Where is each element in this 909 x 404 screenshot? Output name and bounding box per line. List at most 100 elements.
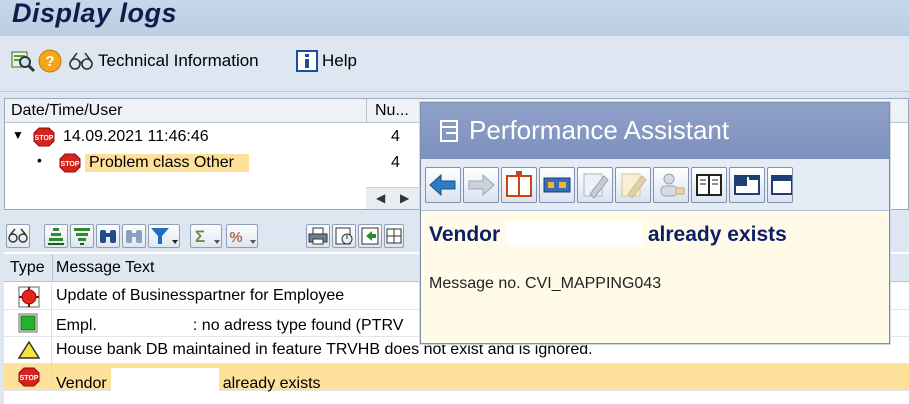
- glossary-button[interactable]: [691, 167, 727, 203]
- book-icon: [506, 171, 532, 197]
- horizontal-scrollbar[interactable]: ◀ ▶: [366, 187, 426, 209]
- arrow-left-icon: [429, 173, 456, 197]
- message-type-cell: STOP: [4, 364, 52, 390]
- window-icon: [771, 175, 793, 195]
- popup-title-bar[interactable]: Performance Assistant: [421, 103, 889, 159]
- help-question-button[interactable]: ?: [38, 48, 62, 74]
- help-label: Help: [322, 51, 357, 70]
- user-icon: [660, 173, 685, 197]
- message-text: Update of Businesspartner for Employee: [56, 287, 345, 304]
- tree-node-count: 4: [391, 128, 400, 145]
- application-help-button[interactable]: [501, 167, 537, 203]
- redacted-value: [110, 368, 219, 392]
- title-bar: Display logs: [0, 0, 909, 36]
- subtotal-icon: %: [229, 229, 256, 246]
- svg-text:?: ?: [45, 53, 54, 70]
- filter-icon: [151, 228, 178, 244]
- pencil-disabled-icon: [621, 173, 647, 199]
- scroll-left-icon[interactable]: ◀: [376, 191, 385, 205]
- find-button[interactable]: [96, 224, 120, 248]
- popup-heading-before: Vendor: [429, 223, 501, 246]
- back-button[interactable]: [425, 167, 461, 203]
- sort-descending-button[interactable]: [70, 224, 94, 248]
- column-header-date-time-user[interactable]: Date/Time/User: [11, 102, 122, 120]
- subtotal-button[interactable]: %: [226, 224, 258, 248]
- help-button[interactable]: Help: [296, 48, 357, 74]
- more-button[interactable]: [767, 167, 793, 203]
- popup-toolbar: [421, 159, 889, 211]
- stop-icon: STOP: [59, 153, 81, 173]
- glasses-icon: [8, 228, 28, 243]
- svg-text:STOP: STOP: [61, 161, 80, 168]
- svg-text:STOP: STOP: [35, 135, 54, 142]
- technical-information-button[interactable]: Technical Information: [68, 48, 259, 74]
- layout-button[interactable]: [384, 224, 404, 248]
- user-settings-button[interactable]: [653, 167, 689, 203]
- redacted-value: [100, 314, 189, 334]
- red-light-icon: [18, 286, 40, 308]
- popup-title: Performance Assistant: [469, 115, 730, 145]
- message-text-after: : no adress type found (PTRV: [192, 317, 404, 334]
- magnifier-icon: [11, 51, 36, 73]
- edit-button[interactable]: [577, 167, 613, 203]
- page-title: Display logs: [12, 0, 178, 28]
- arrow-right-icon: [468, 173, 495, 197]
- technical-info-small-button[interactable]: [6, 224, 30, 248]
- print-button[interactable]: [306, 224, 330, 248]
- svg-text:%: %: [229, 229, 242, 246]
- sum-icon: Σ: [195, 227, 220, 246]
- stop-icon: STOP: [18, 367, 40, 387]
- column-header-message-text[interactable]: Message Text: [56, 259, 154, 277]
- message-text-before: Empl.: [56, 317, 97, 334]
- message-row-selected[interactable]: STOP Vendor already exists: [4, 364, 909, 393]
- binoculars-next-icon: [126, 230, 142, 243]
- filter-button[interactable]: [148, 224, 180, 248]
- glasses-icon: [69, 52, 93, 70]
- window-split-icon: [734, 175, 760, 195]
- view-button[interactable]: [332, 224, 356, 248]
- tree-node-label: Problem class Other: [85, 154, 249, 172]
- column-header-type[interactable]: Type: [10, 259, 45, 277]
- message-text: Empl. : no adress type found (PTRV: [56, 314, 403, 335]
- export-icon: [361, 227, 379, 245]
- grid-icon: [386, 228, 402, 244]
- expand-arrow-icon[interactable]: ▼: [12, 128, 24, 142]
- binoculars-icon: [100, 230, 116, 243]
- technical-info-popup-button[interactable]: [539, 167, 575, 203]
- export-button[interactable]: [358, 224, 382, 248]
- detail-button[interactable]: [10, 48, 36, 74]
- open-book-icon: [696, 174, 722, 196]
- find-next-button[interactable]: [122, 224, 146, 248]
- svg-text:STOP: STOP: [20, 375, 39, 382]
- message-type-cell: [4, 283, 52, 309]
- message-text-before: Vendor: [56, 375, 107, 392]
- redacted-value: [506, 221, 643, 245]
- tree-node-label: 14.09.2021 11:46:46: [57, 128, 301, 146]
- split-view-button[interactable]: [729, 167, 765, 203]
- pencil-icon: [583, 173, 609, 199]
- popup-heading-after: already exists: [647, 223, 787, 246]
- column-separator: [52, 254, 53, 282]
- stop-icon: STOP: [33, 127, 55, 147]
- edit-object-button[interactable]: [615, 167, 651, 203]
- column-separator: [366, 99, 367, 123]
- performance-assistant-popup: Performance Assistant Vendor already exi…: [420, 102, 890, 344]
- view-icon: [335, 227, 353, 245]
- tools-icon: [543, 177, 571, 193]
- sort-ascending-icon: [48, 228, 64, 245]
- scroll-right-icon[interactable]: ▶: [400, 191, 409, 205]
- sort-ascending-button[interactable]: [44, 224, 68, 248]
- message-number: Message no. CVI_MAPPING043: [429, 275, 662, 292]
- popup-heading: Vendor already exists: [429, 221, 787, 247]
- column-header-number[interactable]: Nu...: [375, 102, 409, 120]
- total-button[interactable]: Σ: [190, 224, 222, 248]
- sort-descending-icon: [74, 228, 90, 245]
- message-type-cell: [4, 337, 52, 363]
- yellow-light-icon: [18, 340, 40, 359]
- tree-bullet-icon: •: [37, 152, 42, 168]
- forward-button[interactable]: [463, 167, 499, 203]
- message-text-after: already exists: [222, 375, 321, 392]
- message-text: Vendor already exists: [56, 368, 321, 393]
- printer-icon: [308, 227, 328, 245]
- application-toolbar: ? Technical Information Help: [0, 36, 909, 92]
